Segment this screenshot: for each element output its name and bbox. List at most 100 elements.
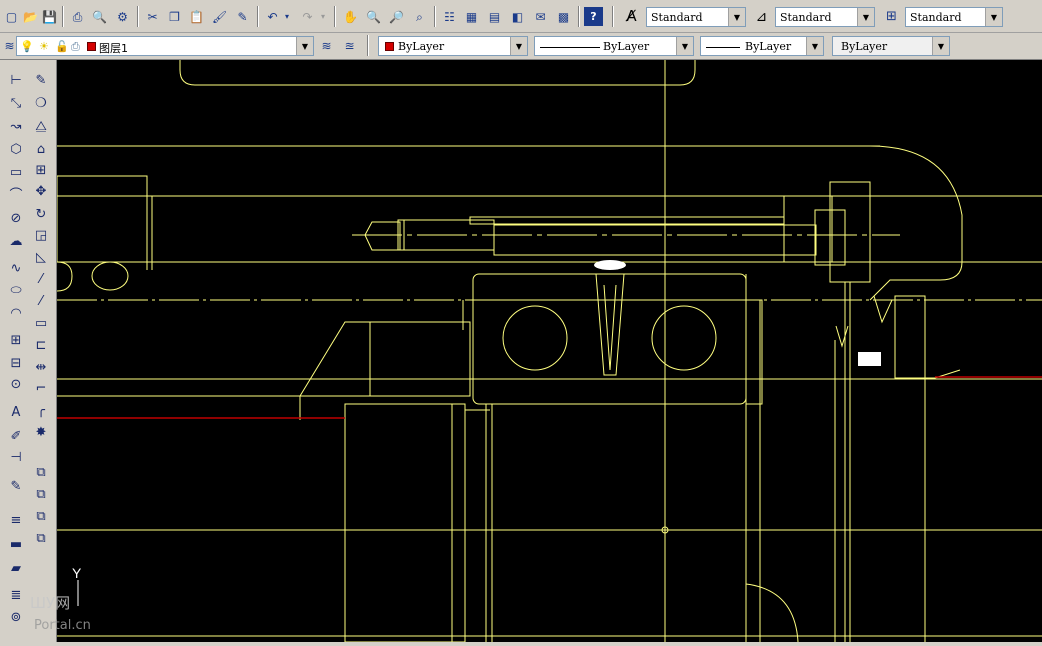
zoom-previous-icon[interactable]: ⌕ bbox=[410, 7, 429, 26]
locate-point-icon[interactable]: ⊚ bbox=[6, 607, 26, 627]
block-editor-icon[interactable]: ✎ bbox=[233, 7, 252, 26]
plot-preview-icon[interactable]: 🔍 bbox=[90, 7, 109, 26]
break-at-point-icon[interactable]: ▭ bbox=[31, 313, 51, 333]
properties-icon[interactable]: ☷ bbox=[440, 7, 459, 26]
layer-plot-icon[interactable]: ⎙ bbox=[71, 40, 80, 54]
chamfer-icon[interactable]: ⌐ bbox=[31, 378, 51, 398]
extend-icon[interactable]: ⁄ bbox=[31, 291, 51, 311]
ellipse bbox=[91, 261, 129, 291]
redo-icon[interactable]: ↷ bbox=[298, 7, 317, 26]
multiline-text-icon[interactable]: ≡ bbox=[6, 510, 26, 530]
erase-icon[interactable]: ✎ bbox=[31, 70, 51, 90]
mirror-icon[interactable]: ⧋ bbox=[31, 116, 51, 136]
make-current-layer-icon[interactable]: ≋ bbox=[317, 36, 336, 55]
cut-icon[interactable]: ✂ bbox=[143, 7, 162, 26]
drawing-canvas[interactable]: Y bbox=[56, 60, 1042, 643]
color-select[interactable]: ByLayer ▼ bbox=[378, 36, 528, 56]
table-style-select[interactable]: Standard ▼ bbox=[905, 7, 1003, 27]
plot-style-select[interactable]: ByLayer ▼ bbox=[832, 36, 950, 56]
list-icon[interactable]: ≣ bbox=[6, 585, 26, 605]
stretch-icon[interactable]: ◺ bbox=[31, 247, 51, 267]
chevron-down-icon[interactable]: ▼ bbox=[857, 8, 874, 26]
draw-order-under-icon[interactable]: ⧉ bbox=[31, 528, 51, 548]
move-icon[interactable]: ✥ bbox=[31, 181, 51, 201]
calculator-icon[interactable]: ▩ bbox=[554, 7, 573, 26]
table-icon[interactable]: ✎ bbox=[6, 476, 26, 496]
point-icon[interactable]: ⊙ bbox=[6, 374, 26, 394]
draw-order-back-icon[interactable]: ⧉ bbox=[31, 484, 51, 504]
gradient-icon[interactable]: ✐ bbox=[6, 426, 26, 446]
arc bbox=[56, 261, 73, 292]
drawing-accents bbox=[57, 260, 1042, 419]
rectangle-icon[interactable]: ▭ bbox=[6, 162, 26, 182]
chevron-down-icon[interactable]: ▼ bbox=[676, 37, 693, 55]
layer-thaw-icon[interactable]: ☀ bbox=[39, 40, 49, 53]
layer-previous-icon[interactable]: ≊ bbox=[340, 36, 359, 55]
linetype-select[interactable]: ByLayer ▼ bbox=[534, 36, 694, 56]
polyline-icon[interactable]: ↝ bbox=[6, 116, 26, 136]
help-icon[interactable]: ? bbox=[584, 7, 603, 26]
tool-palettes-icon[interactable]: ▤ bbox=[485, 7, 504, 26]
chevron-down-icon[interactable]: ▼ bbox=[932, 37, 949, 55]
construction-line-icon[interactable]: ⤡ bbox=[6, 93, 26, 113]
match-properties-icon[interactable]: 🖌 bbox=[210, 7, 229, 26]
rotate-icon[interactable]: ↻ bbox=[31, 204, 51, 224]
redo-dropdown-icon[interactable]: ▾ bbox=[318, 7, 328, 26]
layer-unlock-icon[interactable]: 🔓 bbox=[55, 40, 69, 53]
spline-icon[interactable]: ∿ bbox=[6, 258, 26, 278]
insert-block-icon[interactable]: ⊞ bbox=[6, 330, 26, 350]
chevron-down-icon[interactable]: ▼ bbox=[296, 37, 313, 55]
layer-on-icon[interactable]: 💡 bbox=[20, 40, 34, 53]
markup-icon[interactable]: ✉ bbox=[531, 7, 550, 26]
break-icon[interactable]: ⊏ bbox=[31, 335, 51, 355]
bearing-block bbox=[472, 273, 747, 405]
drawing-geometry bbox=[56, 60, 1042, 643]
scale-icon[interactable]: ◲ bbox=[31, 225, 51, 245]
chevron-down-icon[interactable]: ▼ bbox=[806, 37, 823, 55]
chevron-down-icon[interactable]: ▼ bbox=[985, 8, 1002, 26]
join-icon[interactable]: ⇹ bbox=[31, 357, 51, 377]
fillet-icon[interactable]: ╭ bbox=[31, 400, 51, 420]
text-style-select[interactable]: Standard ▼ bbox=[646, 7, 746, 27]
sheet-set-icon[interactable]: ◧ bbox=[508, 7, 527, 26]
chevron-down-icon[interactable]: ▼ bbox=[510, 37, 527, 55]
polygon-icon[interactable]: ⬡ bbox=[6, 139, 26, 159]
array-icon[interactable]: ⊞ bbox=[31, 160, 51, 180]
open-icon[interactable]: 📂 bbox=[21, 7, 40, 26]
make-block-icon[interactable]: ⊟ bbox=[6, 353, 26, 373]
lineweight-select[interactable]: ByLayer ▼ bbox=[700, 36, 824, 56]
save-icon[interactable]: 💾 bbox=[40, 7, 59, 26]
pan-icon[interactable]: ✋ bbox=[341, 7, 360, 26]
ellipse-icon[interactable]: ⬭ bbox=[6, 280, 26, 300]
new-icon[interactable]: ▢ bbox=[2, 7, 21, 26]
copy-icon[interactable]: ❐ bbox=[165, 7, 184, 26]
ellipse-arc-icon[interactable]: ◠ bbox=[6, 303, 26, 323]
copy-object-icon[interactable]: ❍ bbox=[31, 93, 51, 113]
publish-icon[interactable]: ⚙ bbox=[113, 7, 132, 26]
zoom-realtime-icon[interactable]: 🔍 bbox=[364, 7, 383, 26]
arc-icon[interactable]: ⌒ bbox=[6, 185, 26, 205]
explode-icon[interactable]: ✸ bbox=[31, 422, 51, 442]
undo-icon[interactable]: ↶ bbox=[263, 7, 282, 26]
draw-order-front-icon[interactable]: ⧉ bbox=[31, 462, 51, 482]
zoom-window-icon[interactable]: 🔎 bbox=[387, 7, 406, 26]
draw-order-above-icon[interactable]: ⧉ bbox=[31, 506, 51, 526]
plot-style-value: ByLayer bbox=[841, 40, 888, 53]
hatch-icon[interactable]: A bbox=[6, 402, 26, 422]
dim-style-select[interactable]: Standard ▼ bbox=[775, 7, 875, 27]
revision-cloud-icon[interactable]: ☁ bbox=[6, 231, 26, 251]
chevron-down-icon[interactable]: ▼ bbox=[728, 8, 745, 26]
circle-icon[interactable]: ⊘ bbox=[6, 208, 26, 228]
print-icon[interactable]: ⎙ bbox=[68, 7, 87, 26]
undo-dropdown-icon[interactable]: ▾ bbox=[282, 7, 292, 26]
offset-icon[interactable]: ⌂ bbox=[31, 139, 51, 159]
paste-icon[interactable]: 📋 bbox=[187, 7, 206, 26]
line-icon[interactable]: ⊢ bbox=[6, 70, 26, 90]
design-center-icon[interactable]: ▦ bbox=[462, 7, 481, 26]
layers-properties-toolbar: ≋ 💡 ☀ 🔓 ⎙ 图层1 ▼ ≋ ≊ ByLayer ▼ ByLayer ▼ … bbox=[0, 33, 1042, 60]
layer-select[interactable]: 💡 ☀ 🔓 ⎙ 图层1 ▼ bbox=[16, 36, 314, 56]
distance-icon[interactable]: ▬ bbox=[6, 534, 26, 554]
trim-icon[interactable]: ⁄ bbox=[31, 269, 51, 289]
region-icon[interactable]: ⊣ bbox=[6, 447, 26, 467]
area-icon[interactable]: ▰ bbox=[6, 558, 26, 578]
